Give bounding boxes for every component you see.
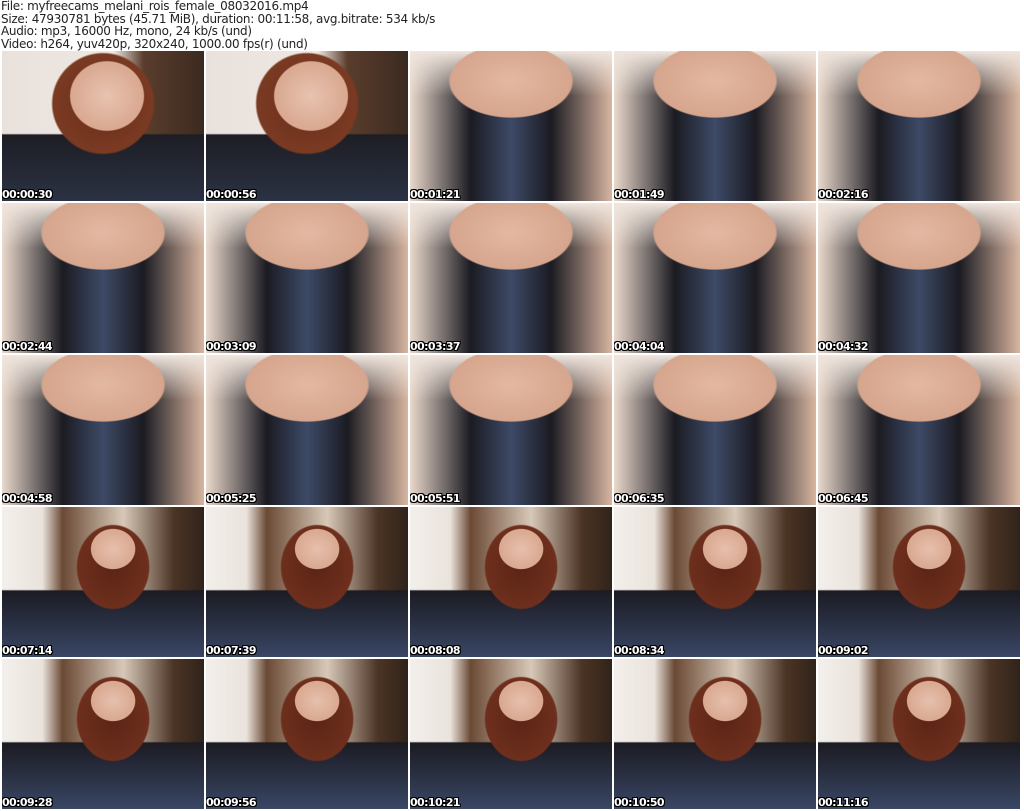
thumbnail-timestamp: 00:04:32: [818, 340, 869, 353]
video-thumbnail: 00:00:30: [2, 51, 204, 201]
file-name: File: myfreecams_melani_rois_female_0803…: [1, 0, 309, 13]
video-thumbnail: 00:10:50: [614, 659, 816, 809]
video-thumbnail: 00:11:16: [818, 659, 1020, 809]
video-thumbnail: 00:04:04: [614, 203, 816, 353]
video-thumbnail: 00:01:49: [614, 51, 816, 201]
thumbnail-timestamp: 00:03:09: [206, 340, 257, 353]
video-thumbnail: 00:09:28: [2, 659, 204, 809]
video-thumbnail: 00:07:39: [206, 507, 408, 657]
video-thumbnail: 00:04:32: [818, 203, 1020, 353]
thumbnail-grid: 00:00:30 00:00:56 00:01:21 00:01:49 00:02:16…: [2, 51, 1020, 809]
video-thumbnail: 00:08:08: [410, 507, 612, 657]
thumbnail-timestamp: 00:07:14: [2, 644, 53, 657]
thumbnail-timestamp: 00:10:50: [614, 796, 665, 809]
video-thumbnail: 00:00:56: [206, 51, 408, 201]
video-thumbnail: 00:09:56: [206, 659, 408, 809]
thumbnail-timestamp: 00:02:44: [2, 340, 53, 353]
video-info: Video: h264, yuv420p, 320x240, 1000.00 f…: [1, 36, 308, 51]
thumbnail-timestamp: 00:01:49: [614, 188, 665, 201]
thumbnail-timestamp: 00:10:21: [410, 796, 461, 809]
thumbnail-timestamp: 00:09:28: [2, 796, 53, 809]
video-thumbnail: 00:06:35: [614, 355, 816, 505]
thumbnail-timestamp: 00:05:51: [410, 492, 461, 505]
thumbnail-timestamp: 00:01:21: [410, 188, 461, 201]
thumbnail-timestamp: 00:00:30: [2, 188, 53, 201]
thumbnail-timestamp: 00:08:34: [614, 644, 665, 657]
video-thumbnail: 00:04:58: [2, 355, 204, 505]
thumbnail-timestamp: 00:11:16: [818, 796, 869, 809]
thumbnail-timestamp: 00:06:35: [614, 492, 665, 505]
thumbnail-timestamp: 00:06:45: [818, 492, 869, 505]
audio-info: Audio: mp3, 16000 Hz, mono, 24 kb/s (und…: [1, 24, 252, 38]
video-thumbnail: 00:05:25: [206, 355, 408, 505]
video-thumbnail: 00:01:21: [410, 51, 612, 201]
video-thumbnail: 00:09:02: [818, 507, 1020, 657]
thumbnail-timestamp: 00:08:08: [410, 644, 461, 657]
video-thumbnail: 00:10:21: [410, 659, 612, 809]
file-info: File: myfreecams_melani_rois_female_0803…: [1, 0, 435, 50]
video-thumbnail: 00:02:44: [2, 203, 204, 353]
video-thumbnail: 00:03:09: [206, 203, 408, 353]
video-thumbnail: 00:05:51: [410, 355, 612, 505]
thumbnail-timestamp: 00:03:37: [410, 340, 461, 353]
thumbnail-timestamp: 00:09:56: [206, 796, 257, 809]
video-thumbnail: 00:03:37: [410, 203, 612, 353]
thumbnail-timestamp: 00:04:58: [2, 492, 53, 505]
thumbnail-timestamp: 00:00:56: [206, 188, 257, 201]
video-thumbnail: 00:07:14: [2, 507, 204, 657]
video-thumbnail: 00:08:34: [614, 507, 816, 657]
video-thumbnail: 00:02:16: [818, 51, 1020, 201]
thumbnail-timestamp: 00:07:39: [206, 644, 257, 657]
thumbnail-timestamp: 00:09:02: [818, 644, 869, 657]
video-thumbnail: 00:06:45: [818, 355, 1020, 505]
thumbnail-timestamp: 00:04:04: [614, 340, 665, 353]
thumbnail-timestamp: 00:02:16: [818, 188, 869, 201]
thumbnail-timestamp: 00:05:25: [206, 492, 257, 505]
